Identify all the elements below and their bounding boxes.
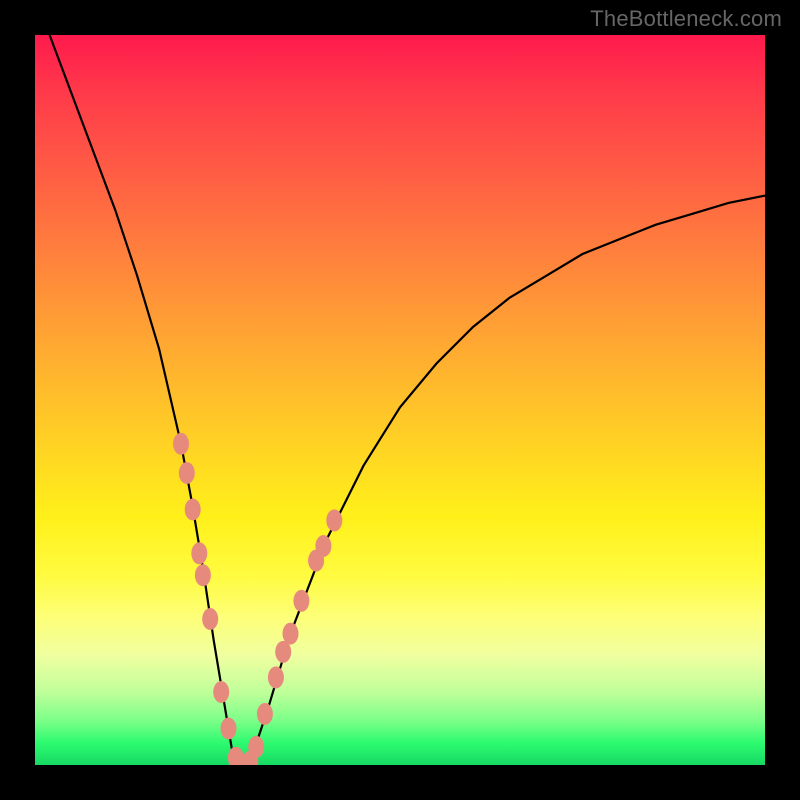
chart-frame: TheBottleneck.com [0,0,800,800]
data-marker [283,623,299,645]
curve-markers [173,433,342,765]
data-marker [191,542,207,564]
data-marker [202,608,218,630]
data-marker [185,499,201,521]
data-marker [195,564,211,586]
data-marker [213,681,229,703]
data-marker [257,703,273,725]
data-marker [268,666,284,688]
data-marker [293,590,309,612]
data-marker [173,433,189,455]
data-marker [221,718,237,740]
bottleneck-curve [50,35,765,765]
plot-area [35,35,765,765]
data-marker [326,509,342,531]
curve-svg [35,35,765,765]
data-marker [248,736,264,758]
data-marker [179,462,195,484]
data-marker [315,535,331,557]
watermark-text: TheBottleneck.com [590,6,782,32]
